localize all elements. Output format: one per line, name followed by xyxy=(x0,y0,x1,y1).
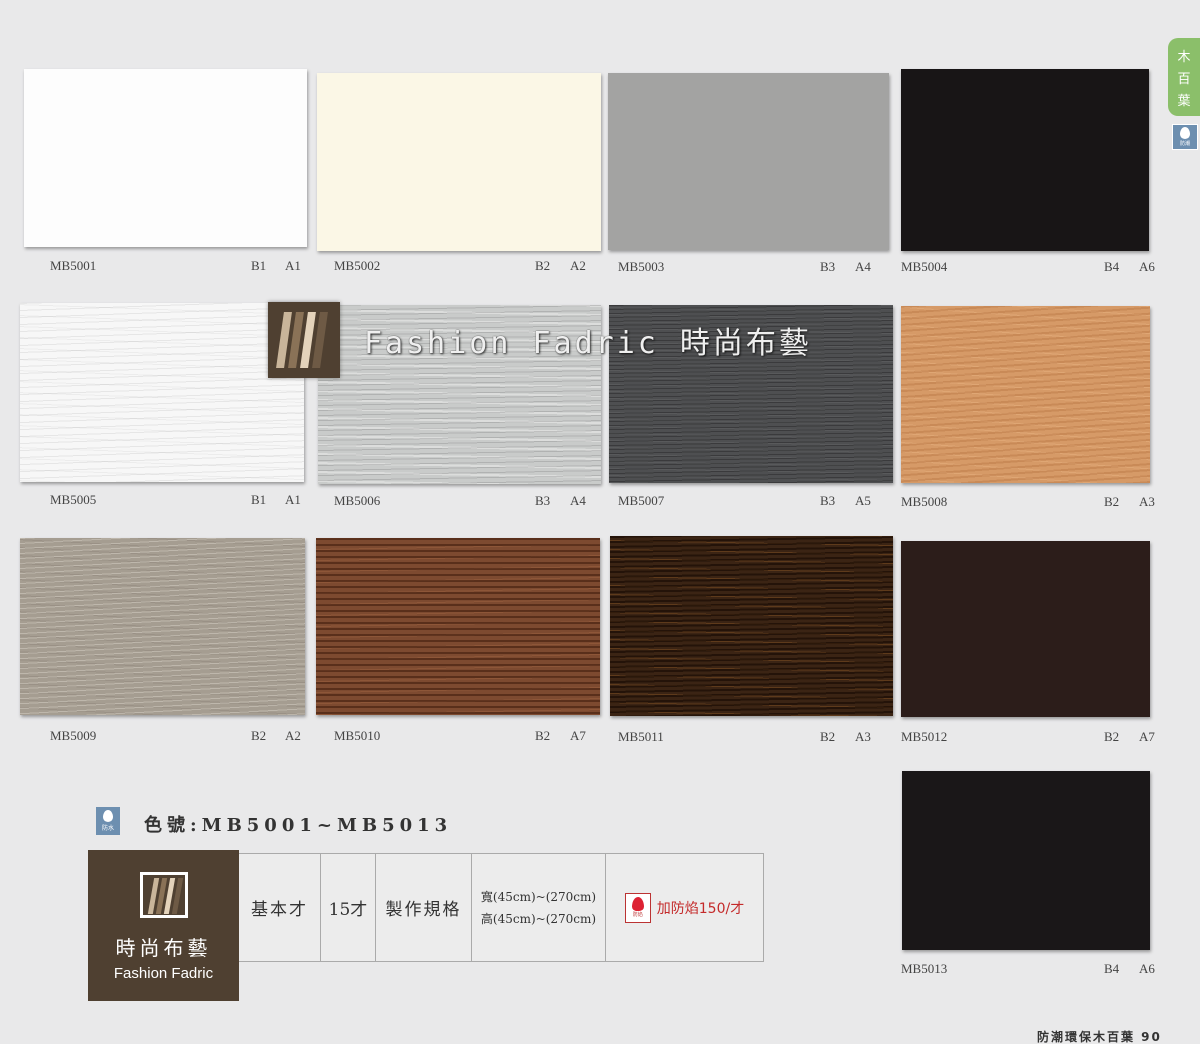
icon-label: 防焰 xyxy=(632,912,643,918)
swatch-grade2: A6 xyxy=(1139,259,1155,274)
swatch-code: MB5004 xyxy=(901,259,948,274)
swatch-sample xyxy=(317,73,601,251)
swatch-grade: B2 xyxy=(251,728,267,743)
swatch-grade: B2 xyxy=(820,729,836,744)
swatch-sample xyxy=(902,771,1150,950)
waterproof-icon: 防水 xyxy=(96,807,120,835)
swatch-grade2: A4 xyxy=(855,259,871,274)
swatch-grade2: A2 xyxy=(285,728,301,743)
swatch-sample xyxy=(901,541,1150,717)
swatch-sample xyxy=(608,73,889,250)
swatch-sample xyxy=(20,538,305,715)
swatch-code: MB5001 xyxy=(50,258,97,273)
size-spec-label: 製作規格 xyxy=(376,854,472,961)
swatch-sample xyxy=(20,303,304,482)
color-number-range: 色號:MB5001~MB5013 xyxy=(144,815,453,836)
basic-size-label: 基本才 xyxy=(239,854,321,961)
swatch-code: MB5011 xyxy=(618,729,664,744)
swatch-sample xyxy=(610,536,893,716)
swatch-grade2: A5 xyxy=(855,493,871,508)
swatch-sample xyxy=(901,69,1149,251)
swatch-sample xyxy=(901,306,1150,483)
height-range: 高(45cm)~(270cm) xyxy=(480,911,597,926)
swatch-grade2: A2 xyxy=(570,258,586,273)
category-tab[interactable]: 木 百 葉 xyxy=(1168,38,1200,116)
swatch-grade2: A7 xyxy=(570,728,586,743)
water-drop-icon xyxy=(1180,127,1190,139)
width-range: 寬(45cm)~(270cm) xyxy=(480,889,597,904)
water-drop-icon xyxy=(103,810,113,822)
icon-label: 防潮 xyxy=(1179,141,1190,147)
watermark-text: Fashion Fadric 時尚布藝 xyxy=(364,326,812,361)
swatch-grade: B3 xyxy=(535,493,551,508)
swatch-grade2: A1 xyxy=(285,492,301,507)
swatch-code: MB5010 xyxy=(334,728,381,743)
swatch-grade: B3 xyxy=(820,493,836,508)
swatch-code: MB5009 xyxy=(50,728,97,743)
swatch-grade2: A6 xyxy=(1139,961,1155,976)
fire-retardant-price: 加防焰150/才 xyxy=(656,900,745,917)
flame-icon: 防焰 xyxy=(624,892,651,923)
swatch-code: MB5012 xyxy=(901,729,948,744)
brand-logo-icon xyxy=(139,872,188,918)
brand-logo-block: 時尚布藝 Fashion Fadric xyxy=(88,850,239,1001)
swatch-grade: B1 xyxy=(251,492,267,507)
swatch-grade2: A4 xyxy=(570,493,586,508)
swatch-grade2: A3 xyxy=(1139,494,1155,509)
fire-retardant-cell: 防焰 加防焰150/才 xyxy=(606,854,763,961)
swatch-grade: B2 xyxy=(535,258,551,273)
brand-name-cn: 時尚布藝 xyxy=(115,936,212,960)
swatch-grade: B4 xyxy=(1104,961,1120,976)
swatch-sample xyxy=(316,538,600,715)
swatch-code: MB5007 xyxy=(618,493,665,508)
moisture-proof-icon: 防潮 xyxy=(1172,124,1198,150)
basic-size-value: 15才 xyxy=(321,854,376,961)
swatch-grade2: A1 xyxy=(285,258,301,273)
brand-name-en: Fashion Fadric xyxy=(113,965,214,982)
icon-label: 防水 xyxy=(101,825,114,832)
category-tab-char: 百 xyxy=(1177,71,1191,87)
swatch-grade: B3 xyxy=(820,259,836,274)
swatch-code: MB5006 xyxy=(334,493,381,508)
swatch-grade: B4 xyxy=(1104,259,1120,274)
swatch-sample xyxy=(24,69,307,247)
swatch-code: MB5013 xyxy=(901,961,948,976)
swatch-code: MB5008 xyxy=(901,494,948,509)
size-spec-values: 寬(45cm)~(270cm) 高(45cm)~(270cm) xyxy=(472,854,606,961)
swatch-grade: B2 xyxy=(535,728,551,743)
swatch-code: MB5003 xyxy=(618,259,665,274)
swatch-grade: B2 xyxy=(1104,729,1120,744)
swatch-grade2: A7 xyxy=(1139,729,1155,744)
watermark-logo xyxy=(268,302,340,378)
swatch-grade: B2 xyxy=(1104,494,1120,509)
swatch-code: MB5002 xyxy=(334,258,381,273)
page-footer: 防潮環保木百葉 90 xyxy=(1037,1030,1162,1044)
watermark: Fashion Fadric 時尚布藝 xyxy=(268,302,908,378)
spec-table: 基本才 15才 製作規格 寬(45cm)~(270cm) 高(45cm)~(27… xyxy=(239,853,764,962)
swatch-code: MB5005 xyxy=(50,492,97,507)
category-tab-char: 木 xyxy=(1177,49,1191,65)
category-tab-char: 葉 xyxy=(1177,93,1191,109)
swatch-grade2: A3 xyxy=(855,729,871,744)
swatch-grade: B1 xyxy=(251,258,267,273)
